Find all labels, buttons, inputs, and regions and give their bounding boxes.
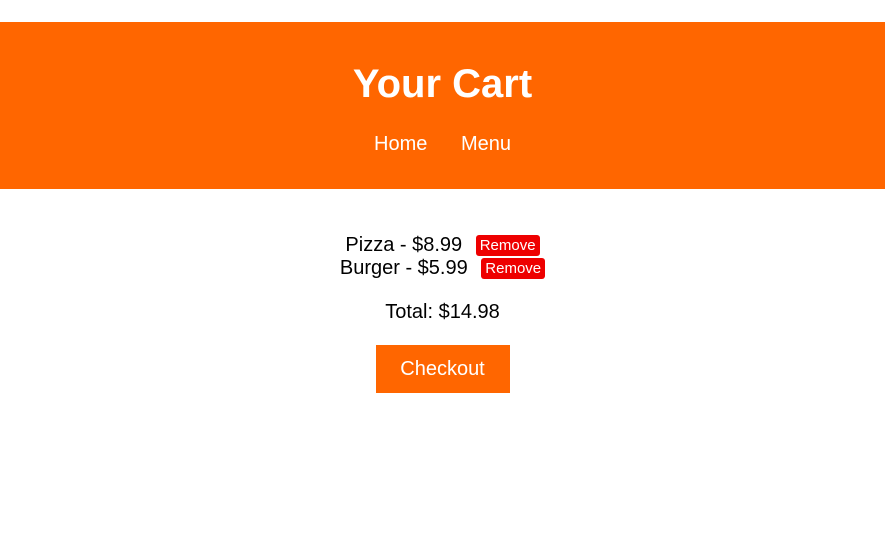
checkout-button[interactable]: Checkout bbox=[375, 345, 510, 393]
cart-content: Pizza - $8.99 Remove Burger - $5.99 Remo… bbox=[0, 189, 885, 393]
nav-link-home[interactable]: Home bbox=[374, 133, 427, 155]
page-title: Your Cart bbox=[352, 62, 533, 106]
cart-item: Pizza - $8.99 Remove bbox=[0, 234, 885, 257]
cart-item-label: Pizza - $8.99 bbox=[345, 234, 463, 256]
page-header: Your Cart Home Menu bbox=[0, 22, 885, 189]
cart-items-list: Pizza - $8.99 Remove Burger - $5.99 Remo… bbox=[0, 234, 885, 280]
main-nav: Home Menu bbox=[0, 132, 885, 156]
cart-total: Total: $14.98 bbox=[385, 301, 500, 323]
remove-item-button[interactable]: Remove bbox=[475, 235, 540, 257]
nav-link-menu[interactable]: Menu bbox=[461, 133, 511, 155]
cart-item: Burger - $5.99 Remove bbox=[0, 257, 885, 280]
remove-item-button[interactable]: Remove bbox=[481, 258, 546, 280]
cart-item-label: Burger - $5.99 bbox=[339, 257, 468, 279]
